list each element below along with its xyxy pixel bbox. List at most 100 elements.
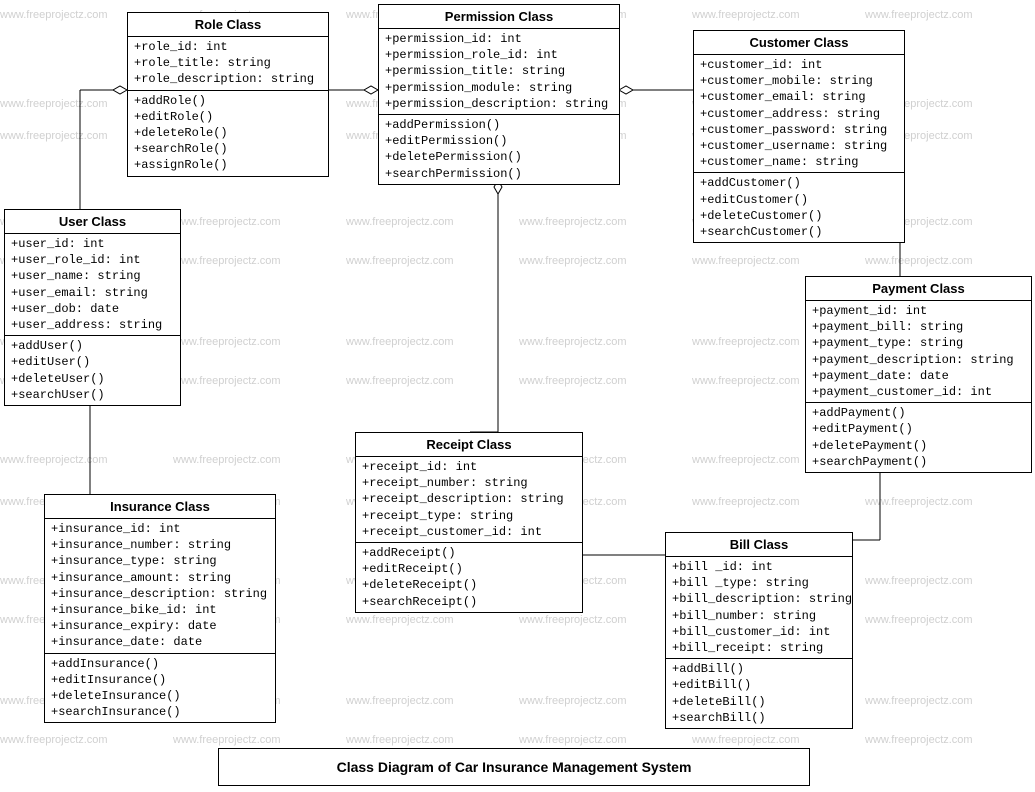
class-member: +payment_customer_id: int (812, 384, 1025, 400)
class-title: Bill Class (666, 533, 852, 557)
diagram-canvas: // placeholder - actual watermarks gener… (0, 0, 1035, 792)
class-member: +deleteInsurance() (51, 688, 269, 704)
class-member: +addRole() (134, 93, 322, 109)
class-member: +addReceipt() (362, 545, 576, 561)
class-member: +addInsurance() (51, 656, 269, 672)
watermark-text: www.freeprojectz.com (865, 496, 973, 508)
class-member: +editInsurance() (51, 672, 269, 688)
class-member: +editBill() (672, 677, 846, 693)
class-member: +customer_address: string (700, 106, 898, 122)
class-member: +user_dob: date (11, 301, 174, 317)
class-member: +role_id: int (134, 39, 322, 55)
class-member: +user_name: string (11, 268, 174, 284)
class-member: +addBill() (672, 661, 846, 677)
watermark-text: www.freeprojectz.com (173, 734, 281, 746)
watermark-text: www.freeprojectz.com (0, 130, 108, 142)
watermark-text: www.freeprojectz.com (173, 216, 281, 228)
class-member: +bill_receipt: string (672, 640, 846, 656)
class-methods: +addPayment()+editPayment()+deletePaymen… (806, 403, 1031, 472)
class-member: +receipt_type: string (362, 508, 576, 524)
class-insurance: Insurance Class +insurance_id: int+insur… (44, 494, 276, 723)
class-member: +deleteBill() (672, 694, 846, 710)
class-payment: Payment Class +payment_id: int+payment_b… (805, 276, 1032, 473)
class-member: +user_address: string (11, 317, 174, 333)
watermark-text: www.freeprojectz.com (692, 375, 800, 387)
class-member: +searchReceipt() (362, 594, 576, 610)
class-bill: Bill Class +bill _id: int+bill _type: st… (665, 532, 853, 729)
diagram-title: Class Diagram of Car Insurance Managemen… (218, 748, 810, 786)
class-receipt: Receipt Class +receipt_id: int+receipt_n… (355, 432, 583, 613)
class-member: +editPayment() (812, 421, 1025, 437)
class-member: +addPayment() (812, 405, 1025, 421)
class-attributes: +user_id: int+user_role_id: int+user_nam… (5, 234, 180, 336)
class-member: +bill _type: string (672, 575, 846, 591)
watermark-text: www.freeprojectz.com (865, 734, 973, 746)
watermark-text: www.freeprojectz.com (692, 734, 800, 746)
class-member: +payment_id: int (812, 303, 1025, 319)
watermark-text: www.freeprojectz.com (0, 734, 108, 746)
class-member: +addUser() (11, 338, 174, 354)
class-member: +payment_description: string (812, 352, 1025, 368)
class-member: +receipt_id: int (362, 459, 576, 475)
watermark-text: www.freeprojectz.com (0, 9, 108, 21)
watermark-text: www.freeprojectz.com (692, 336, 800, 348)
class-methods: +addInsurance()+editInsurance()+deleteIn… (45, 654, 275, 723)
class-member: +insurance_expiry: date (51, 618, 269, 634)
class-methods: +addCustomer()+editCustomer()+deleteCust… (694, 173, 904, 242)
class-member: +searchCustomer() (700, 224, 898, 240)
class-attributes: +insurance_id: int+insurance_number: str… (45, 519, 275, 654)
watermark-text: www.freeprojectz.com (519, 695, 627, 707)
watermark-text: www.freeprojectz.com (519, 614, 627, 626)
class-member: +deleteCustomer() (700, 208, 898, 224)
class-member: +user_role_id: int (11, 252, 174, 268)
watermark-text: www.freeprojectz.com (346, 216, 454, 228)
class-attributes: +receipt_id: int+receipt_number: string+… (356, 457, 582, 543)
class-member: +permission_title: string (385, 63, 613, 79)
watermark-text: www.freeprojectz.com (0, 98, 108, 110)
class-member: +insurance_id: int (51, 521, 269, 537)
watermark-text: www.freeprojectz.com (865, 255, 973, 267)
class-member: +user_email: string (11, 285, 174, 301)
class-member: +searchPermission() (385, 166, 613, 182)
class-member: +addCustomer() (700, 175, 898, 191)
class-member: +bill_customer_id: int (672, 624, 846, 640)
class-member: +customer_password: string (700, 122, 898, 138)
class-member: +editPermission() (385, 133, 613, 149)
class-member: +insurance_description: string (51, 586, 269, 602)
class-member: +receipt_description: string (362, 491, 576, 507)
class-member: +payment_type: string (812, 335, 1025, 351)
class-member: +addPermission() (385, 117, 613, 133)
watermark-text: www.freeprojectz.com (692, 255, 800, 267)
class-title: Receipt Class (356, 433, 582, 457)
class-member: +permission_id: int (385, 31, 613, 47)
class-member: +role_description: string (134, 71, 322, 87)
class-member: +editRole() (134, 109, 322, 125)
class-title: Payment Class (806, 277, 1031, 301)
watermark-text: www.freeprojectz.com (865, 9, 973, 21)
watermark-text: www.freeprojectz.com (519, 336, 627, 348)
class-member: +deletePermission() (385, 149, 613, 165)
class-methods: +addRole()+editRole()+deleteRole()+searc… (128, 91, 328, 176)
watermark-text: www.freeprojectz.com (346, 375, 454, 387)
class-methods: +addUser()+editUser()+deleteUser()+searc… (5, 336, 180, 405)
watermark-text: www.freeprojectz.com (0, 454, 108, 466)
class-member: +customer_mobile: string (700, 73, 898, 89)
class-attributes: +customer_id: int+customer_mobile: strin… (694, 55, 904, 173)
class-member: +payment_date: date (812, 368, 1025, 384)
class-member: +insurance_amount: string (51, 570, 269, 586)
class-methods: +addPermission()+editPermission()+delete… (379, 115, 619, 184)
class-member: +customer_email: string (700, 89, 898, 105)
class-member: +searchBill() (672, 710, 846, 726)
class-member: +editCustomer() (700, 192, 898, 208)
watermark-text: www.freeprojectz.com (173, 454, 281, 466)
watermark-text: www.freeprojectz.com (692, 9, 800, 21)
class-member: +editUser() (11, 354, 174, 370)
class-member: +deletePayment() (812, 438, 1025, 454)
class-member: +receipt_number: string (362, 475, 576, 491)
class-member: +customer_username: string (700, 138, 898, 154)
class-member: +insurance_bike_id: int (51, 602, 269, 618)
class-title: User Class (5, 210, 180, 234)
watermark-text: www.freeprojectz.com (865, 695, 973, 707)
watermark-text: www.freeprojectz.com (519, 375, 627, 387)
class-methods: +addBill()+editBill()+deleteBill()+searc… (666, 659, 852, 728)
